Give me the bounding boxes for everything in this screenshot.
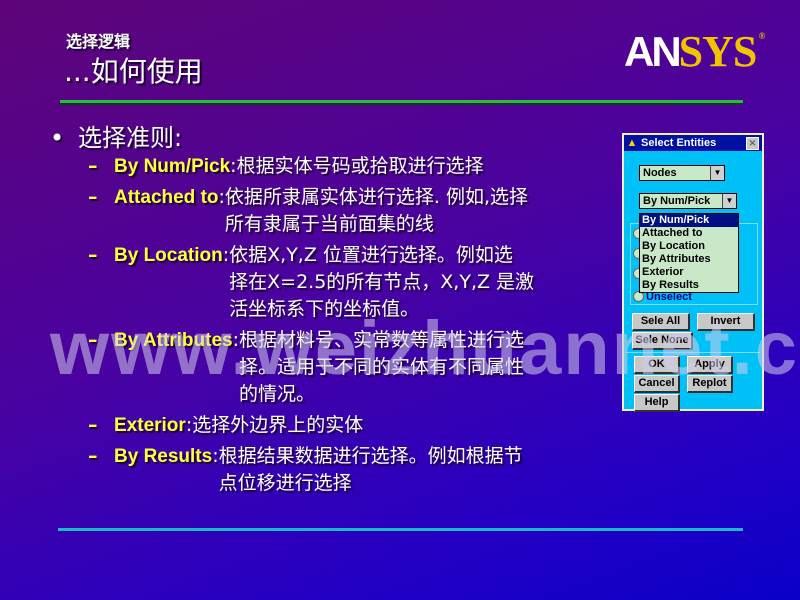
criteria-desc: 根据实体号码或拾取进行选择 [236, 155, 484, 177]
criteria-key: Attached to [114, 187, 219, 208]
criteria-desc: 根据结果数据进行选择。例如根据节 点位移进行选择 [218, 445, 523, 494]
help-button[interactable]: Help [634, 394, 680, 412]
sele-all-button[interactable]: Sele All [632, 313, 690, 331]
criterion-option-by-location[interactable]: By Location [640, 240, 738, 253]
chevron-down-icon[interactable]: ▼ [710, 166, 724, 180]
criteria-desc: 依据X,Y,Z 位置进行选择。例如选 择在X=2.5的所有节点，X,Y,Z 是激… [229, 244, 535, 320]
slide-title: ...如何使用 [64, 55, 203, 88]
dialog-titlebar[interactable]: ▲ Select Entities ✕ [624, 135, 762, 151]
cancel-button[interactable]: Cancel [634, 375, 680, 393]
criterion-option-exterior[interactable]: Exterior [640, 266, 738, 279]
bullet-heading: • 选择准则: [50, 118, 182, 153]
dialog-title: Select Entities [641, 137, 717, 149]
criteria-desc: 选择外边界上的实体 [192, 414, 364, 436]
criteria-item: – By Location: 依据X,Y,Z 位置进行选择。例如选 择在X=2.… [88, 242, 618, 323]
ok-button[interactable]: OK [634, 356, 680, 374]
registered-mark: ® [758, 31, 766, 41]
dash-icon: – [88, 329, 98, 351]
select-entities-dialog: ▲ Select Entities ✕ Nodes ▼ Unselect By … [622, 133, 764, 412]
criteria-key: By Num/Pick [114, 156, 231, 177]
criterion-select[interactable]: By Num/Pick ▼ [639, 193, 737, 209]
dash-icon: – [88, 186, 98, 208]
criteria-desc: 根据材料号、实常数等属性进行选 择。适用于不同的实体有不同属性 的情况。 [239, 329, 525, 405]
criteria-key: By Attributes [114, 330, 233, 351]
dialog-separator [626, 352, 760, 353]
title-divider [60, 100, 743, 103]
criteria-key: By Results [114, 446, 213, 467]
criterion-dropdown-list: By Num/Pick Attached to By Location By A… [639, 213, 739, 293]
footer-divider [58, 528, 743, 531]
entity-type-value: Nodes [643, 167, 677, 179]
criterion-value: By Num/Pick [643, 195, 711, 207]
criterion-option-attached-to[interactable]: Attached to [640, 227, 738, 240]
replot-button[interactable]: Replot [687, 375, 733, 393]
bullet-icon: • [50, 124, 65, 152]
slide-subtitle: 选择逻辑 [66, 32, 131, 51]
apply-button[interactable]: Apply [687, 356, 733, 374]
close-icon[interactable]: ✕ [746, 136, 759, 150]
dash-icon: – [88, 244, 98, 266]
logo-sys: SYS [678, 27, 758, 76]
criterion-option-by-results[interactable]: By Results [640, 279, 738, 292]
sele-none-button[interactable]: Sele None [632, 332, 693, 350]
criterion-option-by-num-pick[interactable]: By Num/Pick [640, 214, 738, 227]
criteria-key: By Location [114, 245, 223, 266]
dash-icon: – [88, 155, 98, 177]
invert-button[interactable]: Invert [697, 313, 755, 331]
criteria-item: – By Results: 根据结果数据进行选择。例如根据节 点位移进行选择 [88, 443, 618, 497]
criteria-item: – By Num/Pick: 根据实体号码或拾取进行选择 [88, 153, 618, 180]
logo-an: AN [624, 28, 682, 75]
chevron-down-icon[interactable]: ▼ [722, 194, 736, 208]
ansys-logo: ANSYS ® [624, 27, 765, 76]
criteria-key: Exterior [114, 415, 186, 436]
ansys-app-icon: ▲ [626, 137, 638, 149]
criteria-item: – Attached to: 依据所隶属实体进行选择. 例如,选择 所有隶属于当… [88, 184, 618, 238]
criteria-item: – Exterior: 选择外边界上的实体 [88, 412, 618, 439]
criterion-option-by-attributes[interactable]: By Attributes [640, 253, 738, 266]
dash-icon: – [88, 445, 98, 467]
criteria-item: – By Attributes: 根据材料号、实常数等属性进行选 择。适用于不同… [88, 327, 618, 408]
dash-icon: – [88, 414, 98, 436]
criteria-desc: 依据所隶属实体进行选择. 例如,选择 所有隶属于当前面集的线 [224, 186, 529, 235]
heading-text: 选择准则: [78, 124, 183, 152]
entity-type-select[interactable]: Nodes ▼ [639, 165, 725, 181]
criteria-list: – By Num/Pick: 根据实体号码或拾取进行选择 – Attached … [88, 153, 618, 501]
